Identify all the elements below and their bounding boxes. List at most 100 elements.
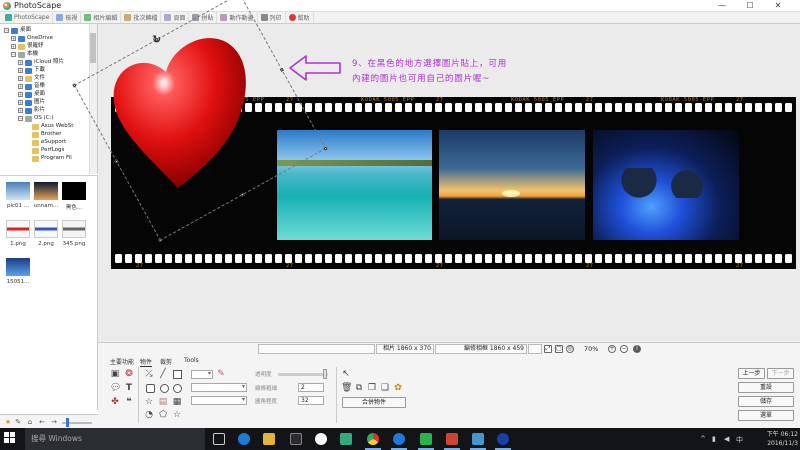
text-tool-icon[interactable]: T — [124, 383, 134, 393]
ellipse-tool-icon[interactable] — [173, 384, 182, 393]
folder-up-icon[interactable]: ⌂ — [26, 418, 34, 426]
circle-tool-icon[interactable] — [160, 384, 169, 393]
tab-batch[interactable]: 批次轉檔 — [121, 12, 162, 23]
expand-toggle-icon[interactable]: + — [18, 68, 23, 73]
thumbnail-image[interactable] — [62, 182, 86, 200]
expand-toggle-icon[interactable]: + — [18, 100, 23, 105]
grid-tool-icon[interactable]: ▦ — [172, 397, 182, 407]
tab-crop[interactable]: 裁剪 — [160, 357, 172, 366]
volume-icon[interactable]: ◀ — [724, 435, 729, 443]
expand-toggle-icon[interactable]: + — [18, 84, 23, 89]
thumbnail-image[interactable] — [6, 258, 30, 276]
taskbar-clock[interactable]: 下午 06:12 2016/11/3 — [748, 430, 798, 448]
expand-toggle-icon[interactable]: − — [11, 52, 16, 57]
windows-start-icon[interactable] — [4, 432, 16, 444]
thumbnail-image[interactable] — [34, 220, 58, 238]
expand-toggle-icon[interactable]: + — [18, 92, 23, 97]
sticker-object-icon[interactable]: ❂ — [124, 369, 134, 379]
line-messenger-icon[interactable] — [418, 433, 434, 450]
ime-icon[interactable]: 中 — [736, 435, 743, 445]
expand-toggle-icon[interactable]: + — [11, 44, 16, 49]
tree-item[interactable]: PerfLogs — [25, 147, 64, 154]
forward-arrow-icon[interactable]: → — [50, 418, 58, 426]
folder-nav-icon[interactable]: ✎ — [14, 418, 22, 426]
star-shape-icon[interactable]: ☆ — [144, 397, 154, 407]
tab-help[interactable]: 幫助 — [286, 12, 314, 23]
fill-style-combo[interactable] — [191, 396, 247, 405]
file-explorer-icon[interactable] — [263, 433, 275, 445]
tree-item[interactable]: + iCloud 照片 — [18, 59, 64, 66]
tree-item[interactable]: + 文件 — [18, 75, 45, 82]
fit-window-icon[interactable]: ⤢ — [544, 345, 552, 353]
tree-item[interactable]: eSupport — [25, 139, 66, 146]
tab-page[interactable]: 頁面 — [161, 12, 190, 23]
tree-item[interactable]: + 很羅妤 — [11, 43, 44, 50]
undo-button[interactable]: 上一步 — [738, 368, 765, 379]
app-icon[interactable] — [495, 433, 511, 450]
tree-item[interactable]: − 本機 — [11, 51, 38, 58]
tree-item[interactable]: Asus WebSt — [25, 123, 73, 130]
app-icon[interactable] — [470, 433, 486, 450]
expand-toggle-icon[interactable]: + — [18, 108, 23, 113]
actual-size-icon[interactable]: ▢ — [555, 345, 563, 353]
tree-item[interactable]: + 影片 — [18, 107, 45, 114]
tab-photoscape[interactable]: PhotoScape — [2, 12, 54, 23]
symbol-tool-icon[interactable]: ✤ — [110, 397, 120, 407]
ie-browser-icon[interactable] — [391, 433, 407, 450]
zoom-fit-icon[interactable]: ◎ — [566, 345, 574, 353]
quote-tool-icon[interactable]: ❝ — [124, 397, 134, 407]
resize-handle[interactable] — [279, 67, 284, 72]
tray-chevron-icon[interactable]: ^ — [700, 435, 706, 443]
thumbnail-image[interactable] — [62, 220, 86, 238]
opacity-slider[interactable] — [278, 373, 328, 376]
minimize-button[interactable]: — — [708, 0, 736, 12]
taskbar-search-box[interactable]: 搜尋 Windows — [25, 428, 205, 450]
object-effects-icon[interactable]: ✿ — [393, 383, 403, 393]
info-icon[interactable]: i — [633, 345, 641, 353]
rotate-handle-icon[interactable]: ↻ — [152, 33, 161, 46]
app-icon[interactable] — [340, 433, 352, 445]
pattern-tool-icon[interactable]: ▤ — [158, 397, 168, 407]
tree-item[interactable]: + 桌面 — [18, 91, 45, 98]
tree-item[interactable]: Brother — [25, 131, 62, 138]
star-icon[interactable]: ★ — [4, 418, 12, 426]
paste-object-icon[interactable]: ❏ — [380, 383, 390, 393]
zoom-out-icon[interactable]: − — [620, 345, 628, 353]
opacity-slider-handle[interactable] — [323, 369, 327, 379]
expand-toggle-icon[interactable]: + — [18, 76, 23, 81]
line-tool-icon[interactable]: ╱ — [158, 369, 168, 379]
network-icon[interactable]: ▮ — [712, 435, 716, 443]
tab-object[interactable]: 物件 — [140, 357, 153, 367]
thumbnail-image[interactable] — [34, 182, 58, 200]
corner-spinner[interactable]: 32 — [298, 396, 324, 405]
resize-handle[interactable] — [114, 159, 119, 164]
photo-sunset-ocean[interactable] — [439, 130, 585, 240]
task-view-icon[interactable] — [213, 433, 225, 445]
redo-button[interactable]: 下一步 — [767, 368, 794, 379]
tab-home[interactable]: 主要功能 — [110, 357, 134, 366]
line-style-combo[interactable] — [191, 383, 247, 392]
tab-tools[interactable]: Tools — [184, 357, 199, 364]
resize-handle[interactable] — [72, 83, 77, 88]
color-picker-icon[interactable]: ✎ — [216, 369, 226, 379]
photo-object-icon[interactable]: ▣ — [110, 369, 120, 379]
tree-item[interactable]: + 下載 — [18, 67, 45, 74]
back-arrow-icon[interactable]: ← — [38, 418, 46, 426]
thumbnail-image[interactable] — [6, 182, 30, 200]
menu-button[interactable]: 選單 — [738, 410, 794, 421]
expand-toggle-icon[interactable]: + — [11, 36, 16, 41]
tree-scrollbar-thumb[interactable] — [90, 33, 96, 63]
reset-button[interactable]: 重設 — [738, 382, 794, 393]
line-color-combo[interactable] — [191, 370, 213, 379]
maximize-button[interactable]: ☐ — [736, 0, 764, 12]
save-button[interactable]: 儲存 — [738, 396, 794, 407]
speech-bubble-icon[interactable]: 💬︎ — [110, 383, 121, 393]
rounded-rect-tool-icon[interactable] — [146, 384, 155, 393]
expand-toggle-icon[interactable]: − — [18, 116, 23, 121]
tab-print[interactable]: 列印 — [258, 12, 286, 23]
pointer-tool-icon[interactable]: ↖ — [341, 369, 351, 379]
tree-item[interactable]: + OneDrive — [11, 35, 53, 42]
zoom-in-icon[interactable]: + — [608, 345, 616, 353]
star-outline-icon[interactable]: ☆ — [172, 410, 182, 420]
pie-shape-icon[interactable]: ◔ — [144, 410, 154, 420]
